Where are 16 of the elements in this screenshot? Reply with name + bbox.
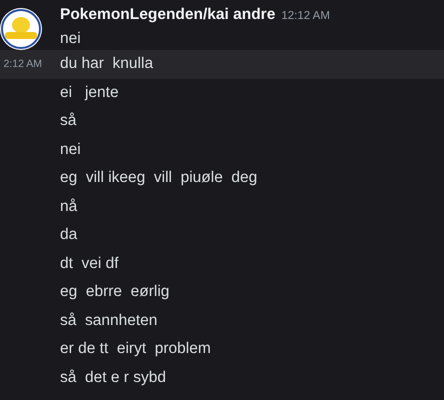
- message-text: eg vill ikeeg vill piuøle deg: [60, 169, 258, 188]
- hover-timestamp: 2:12 AM: [3, 58, 42, 70]
- message-text: nei: [60, 30, 81, 48]
- message-text: ei jente: [60, 84, 119, 102]
- message-text: nei: [60, 140, 81, 159]
- message-text: så sannheten: [60, 312, 158, 330]
- message-text: nå: [60, 198, 78, 216]
- message-text: du har knulla: [60, 55, 154, 74]
- message-text: så: [60, 112, 76, 130]
- username[interactable]: PokemonLegenden/kai andre: [60, 6, 276, 24]
- message-text: da: [60, 226, 78, 244]
- message-text: så det e r sybd: [60, 368, 166, 387]
- message-text: er de tt eiryt problem: [60, 340, 211, 358]
- message-timestamp: 12:12 AM: [281, 10, 330, 22]
- message-text: eg ebrre eørlig: [60, 283, 170, 302]
- message-text: dt vei df: [60, 254, 119, 273]
